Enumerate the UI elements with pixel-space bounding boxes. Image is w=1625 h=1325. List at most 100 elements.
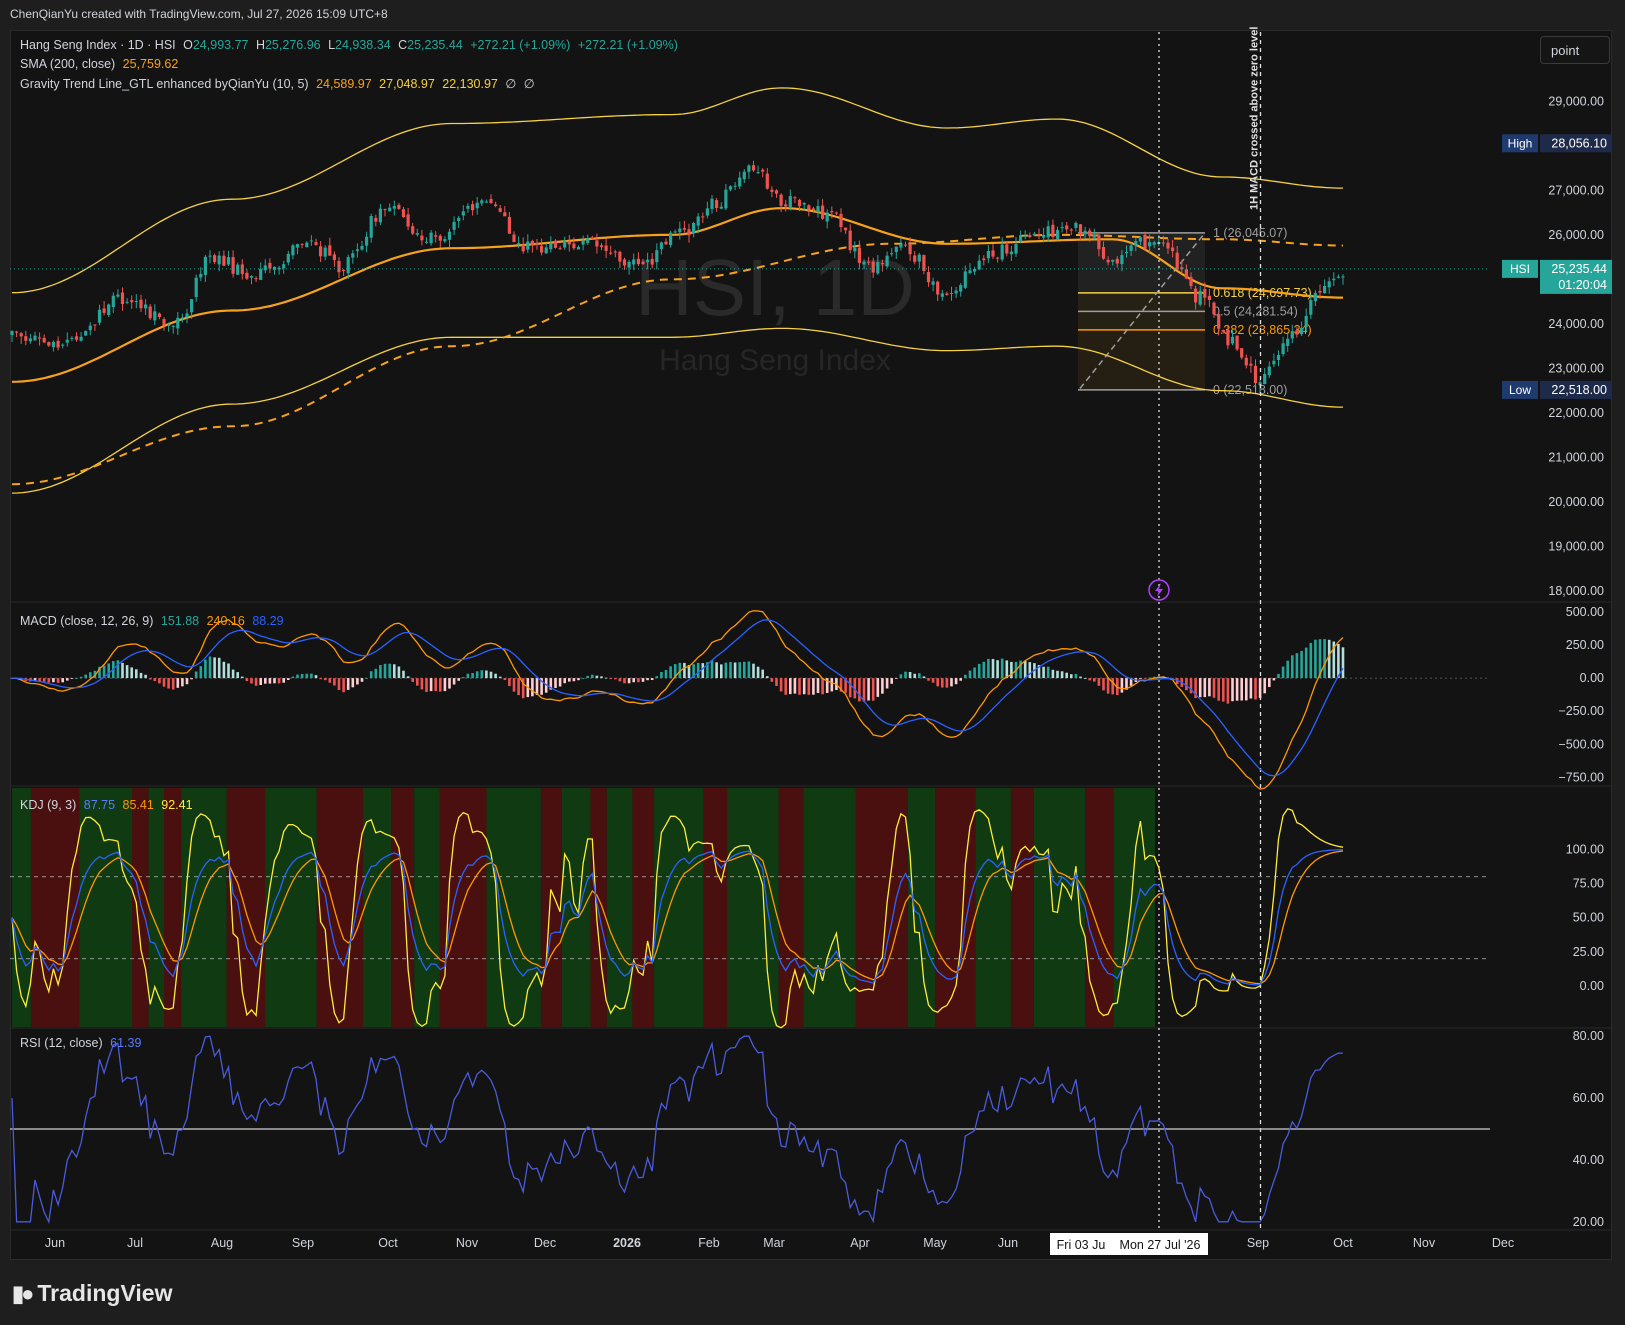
sma-legend[interactable]: SMA (200, close) 25,759.62 xyxy=(20,57,182,71)
candle-body xyxy=(572,243,576,249)
candle-200 xyxy=(931,277,935,292)
kdj-band-14 xyxy=(486,788,541,1027)
candle-body xyxy=(586,238,590,243)
macd-bar-24 xyxy=(121,662,124,679)
macd-bar-96 xyxy=(452,678,456,685)
macd-bar-167 xyxy=(779,678,783,692)
time-tick-10: Apr xyxy=(850,1236,869,1250)
macd-bar-38 xyxy=(185,678,189,685)
candle-6 xyxy=(38,332,42,346)
macd-bar-10 xyxy=(56,678,60,683)
macd-bar-81 xyxy=(383,663,387,679)
symbol-title[interactable]: Hang Seng Index · 1D · HSI xyxy=(20,38,176,52)
kdj-d: 85.41 xyxy=(122,798,154,812)
candle-97 xyxy=(457,216,461,228)
candle-body xyxy=(208,255,212,257)
macd-bar-215 xyxy=(1000,658,1004,679)
candle-body xyxy=(360,246,364,250)
sma-value: 25,759.62 xyxy=(122,57,179,71)
price-tick-9: 21,000.00 xyxy=(1548,451,1604,465)
price-tick-8: 22,000.00 xyxy=(1548,406,1604,420)
macd-bar-143 xyxy=(669,666,672,679)
macd-legend[interactable]: MACD (close, 12, 26, 9) 151.88 240.16 88… xyxy=(20,614,288,628)
candle-body xyxy=(1207,295,1211,300)
candle-128 xyxy=(599,243,604,251)
candle-body xyxy=(434,235,438,237)
candle-body xyxy=(1134,241,1138,246)
kdj-band-30 xyxy=(1033,788,1086,1027)
macd-bar-45 xyxy=(217,657,221,679)
candle-29 xyxy=(144,299,148,315)
macd-bar-208 xyxy=(968,670,972,679)
macd-bar-213 xyxy=(991,659,995,679)
macd-bar-209 xyxy=(973,667,976,679)
chart-canvas[interactable]: HSI, 1DHang Seng Index1 (26,045.07)0.618… xyxy=(0,0,1625,1325)
candle-body xyxy=(286,254,290,263)
time-tick-1: Jul xyxy=(127,1236,143,1250)
macd-bar-152 xyxy=(710,660,714,679)
date-highlight-1: Fri 03 Ju xyxy=(1050,1233,1112,1255)
candle-81 xyxy=(383,208,387,217)
signal-line xyxy=(11,619,1344,777)
macd-bar-275 xyxy=(1277,673,1280,679)
candle-121 xyxy=(567,235,571,252)
candle-25 xyxy=(125,298,129,305)
point-button[interactable]: point xyxy=(1540,36,1610,64)
candle-body xyxy=(1313,292,1317,302)
macd-bar-121 xyxy=(568,678,571,682)
macd-bar-75 xyxy=(356,678,359,685)
candle-body xyxy=(807,205,811,210)
kdj-tick-4: 0.00 xyxy=(1580,979,1604,993)
candle-body xyxy=(1129,245,1133,251)
candle-154 xyxy=(719,202,723,210)
macd-bar-164 xyxy=(766,676,769,679)
candle-body xyxy=(1276,355,1281,360)
candle-1 xyxy=(15,330,19,338)
macd-bar-51 xyxy=(245,678,249,681)
macd-bar-239 xyxy=(1111,678,1114,695)
price-tick-4: 26,000.00 xyxy=(1548,228,1604,242)
gtl-legend[interactable]: Gravity Trend Line_GTL enhanced byQianYu… xyxy=(20,76,539,91)
macd-bar-200 xyxy=(931,678,935,683)
candle-body xyxy=(1014,244,1018,254)
macd-tick-5: −750.00 xyxy=(1558,770,1604,784)
candle-body xyxy=(56,340,60,348)
candle-body xyxy=(908,244,912,255)
macd-bar-79 xyxy=(374,668,378,679)
candle-289 xyxy=(1341,274,1345,285)
candle-170 xyxy=(793,196,797,204)
candle-body xyxy=(1019,235,1023,242)
candle-158 xyxy=(738,171,742,190)
candle-body xyxy=(1161,242,1165,244)
macd-bar-82 xyxy=(388,663,391,679)
macd-bar-269 xyxy=(1249,678,1253,699)
low-marker-label: Low xyxy=(1509,383,1531,397)
candle-148 xyxy=(692,221,696,238)
candle-40 xyxy=(194,274,198,302)
macd-bar-141 xyxy=(660,672,663,679)
macd-bar-265 xyxy=(1231,678,1234,702)
candle-body xyxy=(636,258,640,265)
candle-71 xyxy=(337,257,341,278)
macd-bar-109 xyxy=(512,678,516,692)
candle-body xyxy=(213,255,217,263)
candle-body xyxy=(876,262,880,274)
candle-198 xyxy=(922,254,926,275)
macd-bar-210 xyxy=(977,663,981,679)
candle-288 xyxy=(1336,274,1340,279)
time-tick-17: Nov xyxy=(1413,1236,1436,1250)
macd-tick-4: −500.00 xyxy=(1558,737,1604,751)
kdj-legend[interactable]: KDJ (9, 3) 87.75 85.41 92.41 xyxy=(20,798,197,812)
macd-bar-125 xyxy=(586,675,589,679)
rsi-legend[interactable]: RSI (12, close) 61.39 xyxy=(20,1036,145,1050)
candle-body xyxy=(1023,235,1027,237)
last-price-marker-countdown: 01:20:04 xyxy=(1558,278,1607,292)
candle-222 xyxy=(1032,231,1036,236)
candle-body xyxy=(687,229,691,236)
candle-93 xyxy=(438,234,442,248)
candle-body xyxy=(388,207,392,212)
candle-162 xyxy=(756,165,760,174)
candle-body xyxy=(751,165,756,171)
macd-v2: 240.16 xyxy=(206,614,245,628)
macd-bar-273 xyxy=(1268,678,1271,687)
